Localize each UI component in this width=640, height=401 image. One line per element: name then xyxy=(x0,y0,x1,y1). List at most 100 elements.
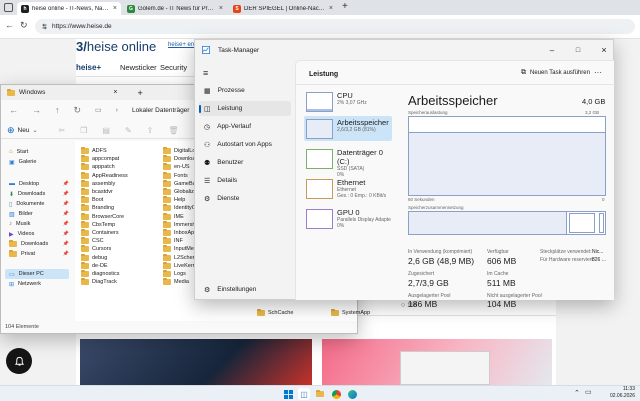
delete-icon[interactable]: 🗑 xyxy=(168,126,178,135)
file-item[interactable]: apppatch xyxy=(81,163,161,171)
perf-item-cpu[interactable]: CPU 2% 3,07 GHz xyxy=(304,89,392,114)
article-image-1[interactable] xyxy=(80,339,312,385)
tree-item-galerie[interactable]: ▣ Galerie xyxy=(9,157,69,167)
close-tab-icon[interactable]: × xyxy=(219,5,223,12)
nav-prozesse[interactable]: ▦ Prozesse xyxy=(199,83,291,98)
file-item[interactable]: bcastdvr xyxy=(81,188,161,196)
hamburger-menu-icon[interactable]: ≡ xyxy=(203,68,208,78)
new-task-button[interactable]: ⧉ Neuen Task ausführen xyxy=(521,69,590,77)
tree-item-videos[interactable]: ▶ Videos 📌 xyxy=(9,229,69,239)
tree-item-dokumente[interactable]: ▯ Dokumente 📌 xyxy=(9,199,69,209)
folder-icon xyxy=(7,88,15,96)
forward-icon[interactable]: → xyxy=(32,105,41,115)
close-tab-icon[interactable]: × xyxy=(113,89,117,96)
nav-security[interactable]: Security xyxy=(160,63,187,72)
tab-golem[interactable]: G Golem.de - IT News für Profis × xyxy=(123,2,227,15)
file-item[interactable]: de-DE xyxy=(81,261,161,270)
perf-item-disk[interactable]: Datenträger 0 (C:) SSD (SATA) 0% xyxy=(304,146,392,178)
file-item[interactable]: assembly xyxy=(81,179,161,188)
new-tab-icon[interactable]: + xyxy=(137,88,142,98)
heiseplus-link[interactable]: heise+ ent xyxy=(168,42,196,48)
file-item[interactable]: Branding xyxy=(81,204,161,212)
new-button[interactable]: Neu xyxy=(18,127,30,134)
tree-label: Downloads xyxy=(21,241,49,247)
perf-item-gpu[interactable]: GPU 0 Parallels Display Adapte 0% xyxy=(304,206,392,231)
nav-label: Einstellungen xyxy=(217,286,257,293)
site-info-icon[interactable] xyxy=(41,23,48,30)
close-tab-icon[interactable]: × xyxy=(329,5,333,12)
file-item[interactable]: appcompat xyxy=(81,155,161,163)
breadcrumb[interactable]: Lokaler Datenträger xyxy=(132,107,189,114)
file-item[interactable]: AppReadiness xyxy=(81,171,161,180)
chevron-down-icon[interactable]: ⌄ xyxy=(32,127,37,134)
tree-item-start[interactable]: ⌂ Start xyxy=(9,147,69,157)
heise-logo[interactable]: 3/heise online xyxy=(76,39,156,54)
nav-autostart[interactable]: ⚇ Autostart von Apps xyxy=(199,137,291,152)
tree-item-privat[interactable]: Privat 📌 xyxy=(9,249,69,259)
new-tab-icon[interactable]: + xyxy=(342,1,348,12)
minimize-icon[interactable]: – xyxy=(543,46,561,55)
tree-item-downloads-2[interactable]: Downloads 📌 xyxy=(9,239,69,249)
nav-app-verlauf[interactable]: ◷ App-Verlauf xyxy=(199,119,291,134)
clock-time: 11:33 xyxy=(622,386,635,392)
share-icon[interactable]: ⇪ xyxy=(147,126,154,135)
nav-einstellungen[interactable]: ⚙ Einstellungen xyxy=(199,282,291,297)
maximize-icon[interactable]: □ xyxy=(569,47,587,54)
file-item[interactable]: BrowserCore xyxy=(81,212,161,221)
nav-benutzer[interactable]: ⚉ Benutzer xyxy=(199,155,291,170)
start-button[interactable] xyxy=(282,388,294,400)
folder-icon xyxy=(81,155,89,163)
close-tab-icon[interactable]: × xyxy=(113,5,117,12)
url-field[interactable]: https://www.heise.de xyxy=(35,19,635,34)
copy-icon[interactable]: ❐ xyxy=(80,126,87,135)
up-icon[interactable]: ↑ xyxy=(55,105,60,115)
refresh-icon[interactable]: ↻ xyxy=(74,105,82,116)
file-item[interactable]: DiagTrack xyxy=(81,278,161,286)
tab-spiegel[interactable]: S DER SPIEGEL | Online-Nachrichten × xyxy=(229,2,337,15)
close-icon[interactable]: × xyxy=(595,45,613,55)
processes-icon: ▦ xyxy=(204,87,211,95)
file-item[interactable]: debug xyxy=(81,253,161,262)
pc-icon[interactable]: ▭ xyxy=(95,106,102,114)
taskbar-explorer[interactable] xyxy=(314,388,326,400)
tree-item-bilder[interactable]: ▨ Bilder 📌 xyxy=(9,209,69,219)
add-icon[interactable]: ⊕ xyxy=(7,125,15,136)
file-item[interactable]: Containers xyxy=(81,229,161,237)
file-item[interactable]: Boot xyxy=(81,196,161,204)
file-item[interactable]: SystemApp xyxy=(331,309,411,317)
tree-item-downloads[interactable]: ⬇ Downloads 📌 xyxy=(9,189,69,199)
refresh-icon[interactable]: ↻ xyxy=(20,20,28,31)
perf-item-ethernet[interactable]: Ethernet Ethernet Ges.: 0 Emp.: 0 KBit/s xyxy=(304,176,392,201)
back-icon[interactable]: ← xyxy=(5,20,14,30)
taskbar-edge[interactable] xyxy=(346,388,358,400)
taskbar-taskmanager[interactable]: ◫ xyxy=(298,388,310,400)
heiseplus-nav[interactable]: heise+ xyxy=(76,63,101,72)
clock[interactable]: 11:33 02.06.2026 xyxy=(595,386,635,400)
tree-item-netzwerk[interactable]: ⊞ Netzwerk xyxy=(9,279,69,289)
file-item[interactable]: diagnostics xyxy=(81,270,161,278)
file-item[interactable]: Cursors xyxy=(81,245,161,253)
paste-icon[interactable]: ▤ xyxy=(102,126,110,135)
more-options-icon[interactable]: ··· xyxy=(594,68,602,77)
taskbar-chrome[interactable] xyxy=(330,388,342,400)
tree-item-musik[interactable]: ♪ Musik 📌 xyxy=(9,219,69,229)
file-item[interactable]: CSC xyxy=(81,237,161,245)
tab-heise[interactable]: h heise online - IT-News, Nachrichte × xyxy=(17,2,121,15)
nav-dienste[interactable]: ⚙ Dienste xyxy=(199,191,291,206)
tree-item-desktop[interactable]: ▬ Desktop 📌 xyxy=(9,179,69,189)
notification-bell-button[interactable] xyxy=(6,348,32,374)
perf-item-memory[interactable]: Arbeitsspeicher 2,6/3,2 GB (81%) xyxy=(304,116,392,141)
tab-actions-icon[interactable] xyxy=(4,3,13,12)
nav-details[interactable]: ☰ Details xyxy=(199,173,291,188)
cut-icon[interactable]: ✂ xyxy=(59,126,66,135)
network-tray-icon[interactable]: ▭ xyxy=(585,388,592,396)
tray-chevron-icon[interactable]: ⌃ xyxy=(574,389,580,397)
back-icon[interactable]: ← xyxy=(9,105,18,115)
file-item[interactable]: CbsTemp xyxy=(81,220,161,229)
tree-item-dieser-pc[interactable]: ▭ Dieser PC xyxy=(5,269,69,279)
file-item[interactable]: ADFS xyxy=(81,147,161,155)
file-item[interactable]: SchCache xyxy=(257,309,337,317)
nav-newsticker[interactable]: Newsticker xyxy=(120,63,157,72)
rename-icon[interactable]: ✎ xyxy=(125,126,132,135)
nav-leistung[interactable]: ◫ Leistung xyxy=(199,101,291,116)
